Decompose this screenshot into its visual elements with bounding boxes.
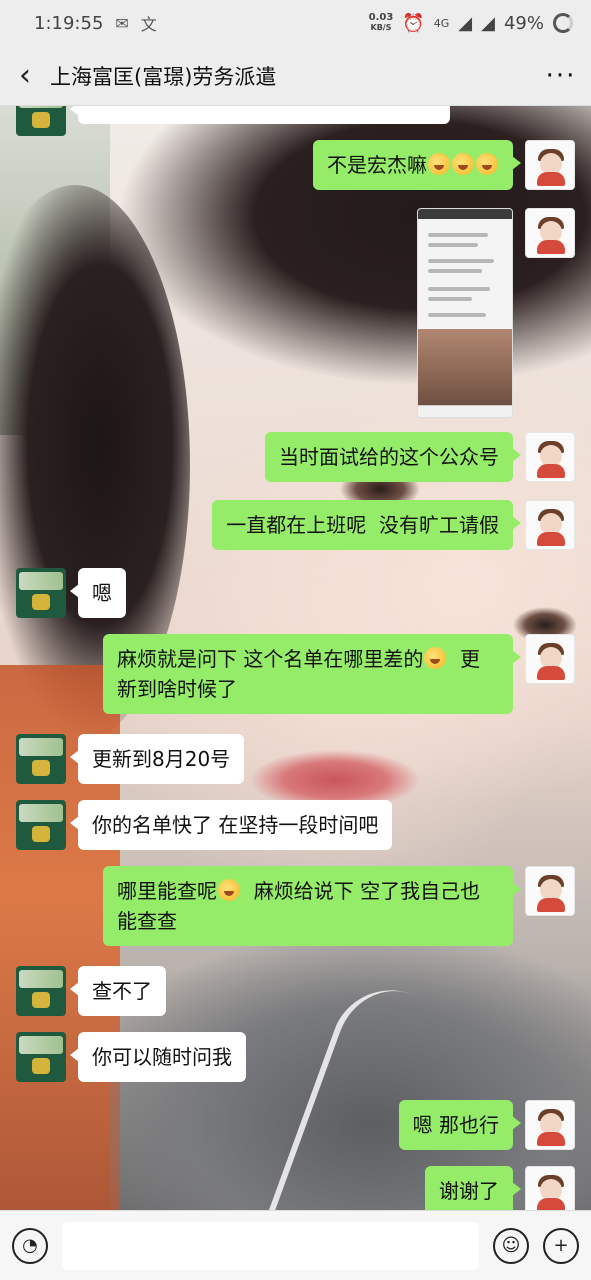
message-bubble[interactable]: 你可以随时问我 [70,1032,246,1082]
message-row: 当时面试给的这个公众号 [265,432,575,482]
more-options-icon[interactable]: ··· [531,61,591,91]
contact-avatar[interactable] [16,966,66,1016]
chat-message-list[interactable]: 不是宏杰嘛 当时面试给的这个公众号 一直都在上班呢 没有旷工请假 嗯 麻烦就是问… [0,106,591,1210]
my-avatar[interactable] [525,432,575,482]
my-avatar[interactable] [525,1166,575,1210]
message-text: 不是宏杰嘛 [327,153,427,177]
message-bubble[interactable]: 谢谢了 [425,1166,521,1210]
message-row: 嗯 那也行 [398,1100,575,1150]
message-bubble[interactable]: 更新到8月20号 [69,734,245,784]
emoji-picker-icon[interactable]: ☺ [493,1227,529,1264]
message-bubble[interactable]: 哪里能查呢 麻烦给说下 空了我自己也能查查 [103,866,521,946]
signal-icon-2: ◢ [481,12,495,34]
message-row: 哪里能查呢 麻烦给说下 空了我自己也能查查 [103,866,575,946]
laughing-emoji-icon [476,153,498,175]
message-bubble[interactable]: 查不了 [70,966,166,1016]
grinning-emoji-icon [218,879,240,901]
message-text: 哪里能查呢 [117,879,217,903]
my-avatar[interactable] [525,634,575,684]
contact-avatar[interactable] [16,800,66,850]
status-time: 1:19:55 [34,12,104,34]
contact-avatar[interactable] [16,1032,66,1082]
laughing-emoji-icon [452,153,474,175]
message-bubble-cutoff[interactable] [70,106,450,124]
message-row [417,208,575,418]
my-avatar[interactable] [525,500,575,550]
message-bubble[interactable]: 麻烦就是问下 这个名单在哪里差的 更新到啥时候了 [103,634,521,714]
network-speed: 0.03 KB/S [369,13,394,33]
message-text: 麻烦就是问下 这个名单在哪里差的 [117,647,424,671]
my-avatar[interactable] [525,866,575,916]
message-row: 更新到8月20号 [16,734,245,784]
message-bubble[interactable]: 你的名单快了 在坚持一段时间吧 [69,800,393,850]
battery-icon [553,13,573,33]
chat-title: 上海富匡(富璟)劳务派遣 [50,64,277,89]
voice-input-icon[interactable]: ◔ [12,1227,48,1264]
network-speed-value: 0.03 [368,12,394,23]
message-row [16,106,450,136]
my-avatar[interactable] [525,208,575,258]
message-row: 谢谢了 [425,1166,575,1210]
back-arrow-icon[interactable]: ‹ [0,58,50,93]
network-speed-unit: KB/S [370,23,392,32]
message-input-bar: ◔ ☺ + [0,1210,591,1280]
my-avatar[interactable] [525,1100,575,1150]
message-bubble[interactable]: 嗯 [70,568,126,618]
alarm-icon: ⏰ [402,12,425,34]
more-actions-plus-icon[interactable]: + [543,1227,579,1264]
message-row: 你可以随时问我 [16,1032,246,1082]
signal-icon: ◢ [458,12,473,34]
contact-avatar[interactable] [16,734,66,784]
battery-percent: 49% [503,12,544,34]
laughing-emoji-icon [424,647,447,669]
image-message[interactable] [417,208,513,418]
message-row: 不是宏杰嘛 [313,140,575,190]
signal-type: 4G [433,16,450,30]
message-bubble[interactable]: 当时面试给的这个公众号 [265,432,521,482]
message-input[interactable] [62,1221,479,1270]
chat-header: ‹ 上海富匡(富璟)劳务派遣 ··· [0,46,591,106]
contact-avatar[interactable] [16,568,66,618]
message-bubble[interactable]: 不是宏杰嘛 [313,140,521,190]
my-avatar[interactable] [525,140,575,190]
message-row: 你的名单快了 在坚持一段时间吧 [16,800,393,850]
status-bar: 1:19:55 ✉ 文 0.03 KB/S ⏰ 4G ◢ ◢ 49% [0,0,591,46]
contact-avatar[interactable] [16,106,66,136]
text-app-icon: 文 [140,15,157,34]
message-row: 麻烦就是问下 这个名单在哪里差的 更新到啥时候了 [103,634,575,714]
message-row: 查不了 [16,966,166,1016]
message-bubble[interactable]: 嗯 那也行 [398,1100,522,1150]
message-notification-icon: ✉ [115,13,129,33]
message-row: 一直都在上班呢 没有旷工请假 [212,500,575,550]
message-bubble[interactable]: 一直都在上班呢 没有旷工请假 [212,500,521,550]
laughing-emoji-icon [428,153,450,175]
message-row: 嗯 [16,568,126,618]
